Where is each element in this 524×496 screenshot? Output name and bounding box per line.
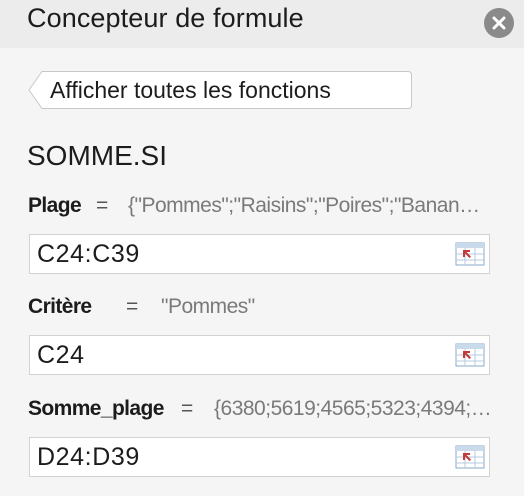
argument-row-critere: Critère = "Pommes" — [28, 295, 498, 323]
panel-title: Concepteur de formule — [27, 3, 304, 33]
somme-plage-field[interactable]: D24:D39 — [29, 437, 490, 477]
argument-preview: {"Pommes";"Raisins";"Poires";"Banan… — [128, 194, 480, 217]
argument-name: Somme_plage — [28, 397, 164, 420]
panel-header: Concepteur de formule — [0, 0, 524, 48]
argument-row-plage: Plage = {"Pommes";"Raisins";"Poires";"Ba… — [28, 194, 498, 222]
plage-range-select-button[interactable] — [455, 242, 485, 266]
show-all-functions-label: Afficher toutes les fonctions — [50, 77, 331, 103]
critere-input[interactable]: C24 — [37, 341, 85, 370]
argument-preview: {6380;5619;4565;5323;4394;… — [214, 397, 492, 420]
somme-plage-range-select-button[interactable] — [455, 445, 485, 469]
close-button[interactable] — [484, 8, 514, 38]
somme-plage-input[interactable]: D24:D39 — [37, 443, 140, 472]
argument-equals: = — [181, 397, 194, 420]
argument-equals: = — [96, 194, 109, 217]
argument-preview: "Pommes" — [161, 295, 255, 318]
plage-input[interactable]: C24:C39 — [37, 240, 140, 269]
argument-row-somme-plage: Somme_plage = {6380;5619;4565;5323;4394;… — [28, 397, 498, 425]
argument-equals: = — [126, 295, 139, 318]
plage-field[interactable]: C24:C39 — [29, 234, 490, 274]
range-select-icon — [455, 242, 485, 266]
show-all-functions-button[interactable]: Afficher toutes les fonctions — [28, 70, 413, 110]
critere-range-select-button[interactable] — [455, 343, 485, 367]
function-name: SOMME.SI — [27, 140, 168, 171]
argument-name: Plage — [28, 194, 82, 217]
range-select-icon — [455, 445, 485, 469]
close-icon — [492, 16, 506, 30]
critere-field[interactable]: C24 — [29, 335, 490, 375]
range-select-icon — [455, 343, 485, 367]
argument-name: Critère — [28, 295, 92, 318]
